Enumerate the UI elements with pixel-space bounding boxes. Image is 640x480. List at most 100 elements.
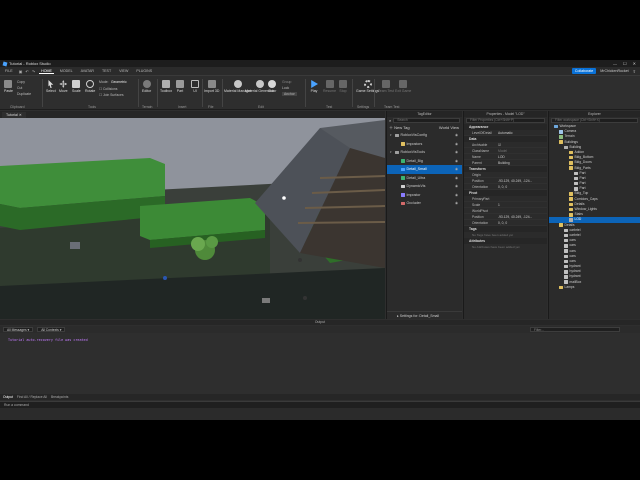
context-filter-select[interactable]: All Contexts ▾ <box>37 327 66 332</box>
command-bar-input[interactable]: Run a command <box>0 401 640 408</box>
visibility-eye-icon[interactable]: ◉ <box>455 193 458 197</box>
import-3d-button[interactable]: Import 3D <box>204 80 219 93</box>
explorer-item-icon <box>559 130 563 134</box>
cut-button[interactable]: Cut <box>17 86 22 90</box>
lock-button[interactable]: Lock <box>282 86 289 90</box>
move-tool-button[interactable]: Move <box>59 80 68 93</box>
visibility-eye-icon[interactable]: ◉ <box>455 184 458 188</box>
duplicate-button[interactable]: Duplicate <box>17 92 31 96</box>
resume-button[interactable]: Resume <box>323 80 336 93</box>
tag-row[interactable]: ▾ RobloxVisTools ◉ <box>387 148 462 157</box>
ribbon-divider <box>42 79 43 107</box>
copy-button[interactable]: Copy <box>17 80 25 84</box>
message-filter-select[interactable]: All Messages ▾ <box>3 327 34 332</box>
tag-row[interactable]: DynamicVis ◉ <box>387 182 462 191</box>
visibility-eye-icon[interactable]: ◉ <box>455 150 458 154</box>
redo-icon[interactable]: ↷ <box>32 69 35 74</box>
play-button[interactable]: Play <box>310 80 318 93</box>
tag-label: Detail_Big <box>406 158 423 163</box>
tab-model[interactable]: MODEL <box>58 69 75 73</box>
color-button[interactable]: Color <box>268 80 276 93</box>
collaborate-button[interactable]: Collaborate <box>571 68 597 74</box>
paste-button[interactable]: Paste <box>4 80 13 93</box>
team-test-button[interactable]: Team Test <box>378 80 394 93</box>
tag-settings-footer[interactable]: ▸ Settings for: Detail_Small <box>387 311 462 319</box>
tag-icon <box>401 201 405 205</box>
ribbon-divider <box>352 79 353 107</box>
share-icon[interactable]: ⇪ <box>633 69 636 74</box>
visibility-eye-icon[interactable]: ◉ <box>455 201 458 205</box>
explorer-item-icon <box>569 161 573 165</box>
mode-select[interactable]: Geometric <box>111 80 127 84</box>
property-value[interactable]: 0, 0, 0 <box>496 221 547 225</box>
explorer-item-icon <box>569 155 573 160</box>
explorer-filter-input[interactable]: Filter workspace (Ctrl+Shift+X) <box>551 118 638 123</box>
property-value[interactable]: -93.129, 40.249, -124... <box>496 215 547 219</box>
undo-icon[interactable]: ↶ <box>25 69 28 74</box>
tab-home[interactable]: HOME <box>39 69 54 74</box>
tag-row[interactable]: ▾ RobloxVisConfig ◉ <box>387 131 462 140</box>
tab-plugins[interactable]: PLUGINS <box>134 69 154 73</box>
group-button[interactable]: Group <box>282 80 291 84</box>
tag-icon <box>401 167 405 171</box>
3d-viewport[interactable] <box>0 118 385 319</box>
tab-test[interactable]: TEST <box>100 69 113 73</box>
property-value[interactable]: Model <box>496 149 547 153</box>
output-filter-input[interactable]: Filter... <box>530 327 620 332</box>
visibility-eye-icon[interactable]: ◉ <box>455 167 458 171</box>
chevron-down-icon[interactable]: ▾ <box>390 150 393 154</box>
tag-search-input[interactable]: Search <box>393 118 460 123</box>
stop-button[interactable]: Stop <box>339 80 347 93</box>
stop-icon <box>339 80 347 88</box>
collisions-toggle[interactable]: ☐ Collisions <box>99 87 118 91</box>
anchor-button[interactable]: Anchor <box>282 92 297 96</box>
toolbox-button[interactable]: Toolbox <box>160 80 172 93</box>
close-icon[interactable]: ✕ <box>633 61 636 66</box>
tab-find-replace[interactable]: Find All / Replace All <box>17 395 47 399</box>
tag-row[interactable]: Detail_Big ◉ <box>387 157 462 166</box>
minimize-icon[interactable]: — <box>613 61 617 66</box>
part-button[interactable]: Part <box>176 80 184 93</box>
file-menu[interactable]: FILE <box>3 69 15 73</box>
tab-avatar[interactable]: AVATAR <box>79 69 96 73</box>
tag-icon <box>395 133 399 137</box>
select-tool-button[interactable]: Select <box>46 80 56 93</box>
visibility-eye-icon[interactable]: ◉ <box>455 176 458 180</box>
tab-output[interactable]: Output <box>3 395 13 399</box>
game-settings-button[interactable]: Game Settings <box>356 80 379 93</box>
user-name[interactable]: MrChickenRocket <box>600 69 628 73</box>
properties-filter-input[interactable]: Filter Properties (Ctrl+Shift+P) <box>466 118 545 123</box>
ui-button[interactable]: UI <box>191 80 199 93</box>
visibility-eye-icon[interactable]: ◉ <box>455 142 458 146</box>
terrain-editor-button[interactable]: Editor <box>142 80 151 93</box>
tag-row[interactable]: Impostor ◉ <box>387 191 462 200</box>
property-value[interactable]: LOD <box>496 155 547 159</box>
add-tag-button[interactable]: ＋ New Tag <box>389 125 410 131</box>
tab-view[interactable]: VIEW <box>117 69 130 73</box>
maximize-icon[interactable]: ☐ <box>623 61 627 66</box>
world-view-button[interactable]: World View <box>439 125 462 130</box>
save-icon[interactable]: ▣ <box>19 69 23 74</box>
tag-row[interactable]: Occluder ◉ <box>387 199 462 208</box>
property-value[interactable]: -93.129, 40.249, -124... <box>496 179 547 183</box>
tag-icon <box>401 159 405 163</box>
visibility-eye-icon[interactable]: ◉ <box>455 133 458 137</box>
property-value[interactable]: ☑ <box>496 143 547 147</box>
rotate-tool-button[interactable]: Rotate <box>85 80 95 93</box>
chevron-down-icon[interactable]: ▾ <box>390 133 393 137</box>
property-value[interactable]: 1 <box>496 203 547 207</box>
tag-row[interactable]: Detail_Small ◉ <box>387 165 462 174</box>
explorer-item-icon <box>559 223 563 227</box>
visibility-eye-icon[interactable]: ◉ <box>455 159 458 163</box>
exit-game-button[interactable]: Exit Game <box>395 80 411 93</box>
tab-breakpoints[interactable]: Breakpoints <box>51 395 68 399</box>
tab-tutorial[interactable]: Tutorial ✕ <box>2 111 26 118</box>
scale-tool-button[interactable]: Scale <box>72 80 81 93</box>
property-value[interactable]: Building <box>496 161 547 165</box>
explorer-item[interactable]: Lamps <box>549 285 640 290</box>
tag-row[interactable]: Impostors ◉ <box>387 140 462 149</box>
join-surfaces-toggle[interactable]: ☐ Join Surfaces <box>99 93 124 97</box>
property-value[interactable]: Automatic <box>496 131 547 135</box>
property-value[interactable]: 0, 0, 0 <box>496 185 547 189</box>
tag-row[interactable]: Detail_Ultra ◉ <box>387 174 462 183</box>
